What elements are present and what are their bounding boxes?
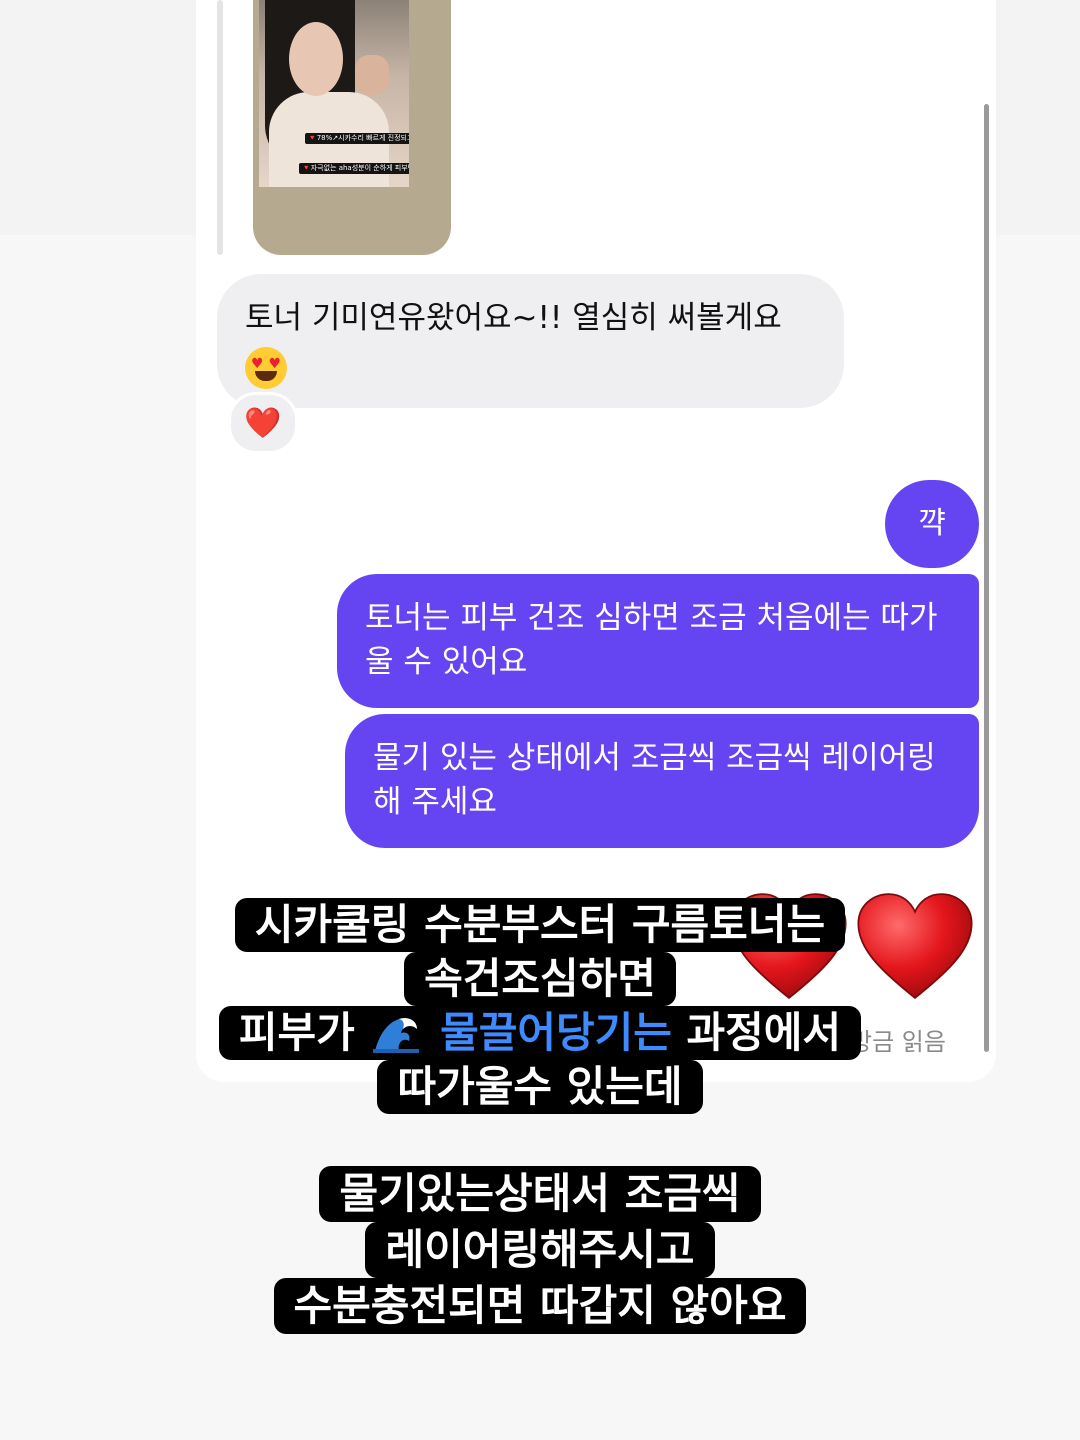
- outgoing-message-text-2: 물기 있는 상태에서 조금씩 조금씩 레이어링 해 주세요: [373, 740, 936, 820]
- overlay-line: 레이어링해주시고: [365, 1222, 715, 1278]
- reply-indicator-line: [217, 0, 223, 255]
- story-text-overlay-1: 시카쿨링 수분부스터 구름토너는 속건조심하면 피부가 물끌어당기는 과정에서 …: [0, 898, 1080, 1114]
- overlay-line: 속건조심하면: [404, 952, 676, 1006]
- overlay-highlight-text: 물끌어당기는: [440, 1008, 672, 1057]
- incoming-message-bubble[interactable]: 토너 기미연유왔어요~!! 열심히 써볼게요 ♥ ♥: [217, 274, 844, 408]
- photo-face: [289, 22, 343, 96]
- overlay-line-highlight: 피부가 물끌어당기는 과정에서: [218, 1006, 862, 1060]
- outgoing-message-bubble-1[interactable]: 토너는 피부 건조 심하면 조금 처음에는 따가울 수 있어요: [337, 574, 979, 708]
- outgoing-small-text: 꺅: [918, 506, 946, 541]
- heart-reaction-badge[interactable]: ❤️: [228, 392, 298, 454]
- overlay-suffix: 과정에서: [686, 1008, 842, 1057]
- story-text-overlay-2: 물기있는상태서 조금씩 레이어링해주시고 수분충전되면 따갑지 않아요: [0, 1166, 1080, 1334]
- photo-hand: [355, 55, 389, 95]
- overlay-line: 따가울수 있는데: [377, 1060, 703, 1114]
- overlay-prefix: 피부가: [238, 1008, 355, 1057]
- wave-emoji-icon: [373, 1018, 420, 1053]
- outgoing-message-bubble-small[interactable]: 꺅: [885, 480, 979, 568]
- incoming-message-text: 토너 기미연유왔어요~!! 열심히 써볼게요: [245, 300, 782, 336]
- shared-post-thumbnail[interactable]: 🔻78%↗시카수리 빠르게 진정되고 🔻자극없는 aha성분이 순하게 피부턴오…: [253, 0, 451, 255]
- outgoing-message-bubble-2[interactable]: 물기 있는 상태에서 조금씩 조금씩 레이어링 해 주세요: [345, 714, 979, 848]
- overlay-line: 수분충전되면 따갑지 않아요: [273, 1278, 807, 1334]
- heart-reaction-icon: ❤️: [244, 405, 282, 441]
- overlay-line: 물기있는상태서 조금씩: [319, 1166, 761, 1222]
- photo-caption-2: 🔻자극없는 aha성분이 순하게 피부턴오버⬆️: [299, 163, 409, 174]
- heart-eyes-emoji-icon: ♥ ♥: [245, 346, 287, 389]
- outgoing-message-text-1: 토너는 피부 건조 심하면 조금 처음에는 따가울 수 있어요: [365, 600, 938, 680]
- shared-photo: 🔻78%↗시카수리 빠르게 진정되고 🔻자극없는 aha성분이 순하게 피부턴오…: [259, 0, 409, 187]
- photo-caption-1: 🔻78%↗시카수리 빠르게 진정되고: [305, 133, 409, 144]
- overlay-line: 시카쿨링 수분부스터 구름토너는: [234, 898, 846, 952]
